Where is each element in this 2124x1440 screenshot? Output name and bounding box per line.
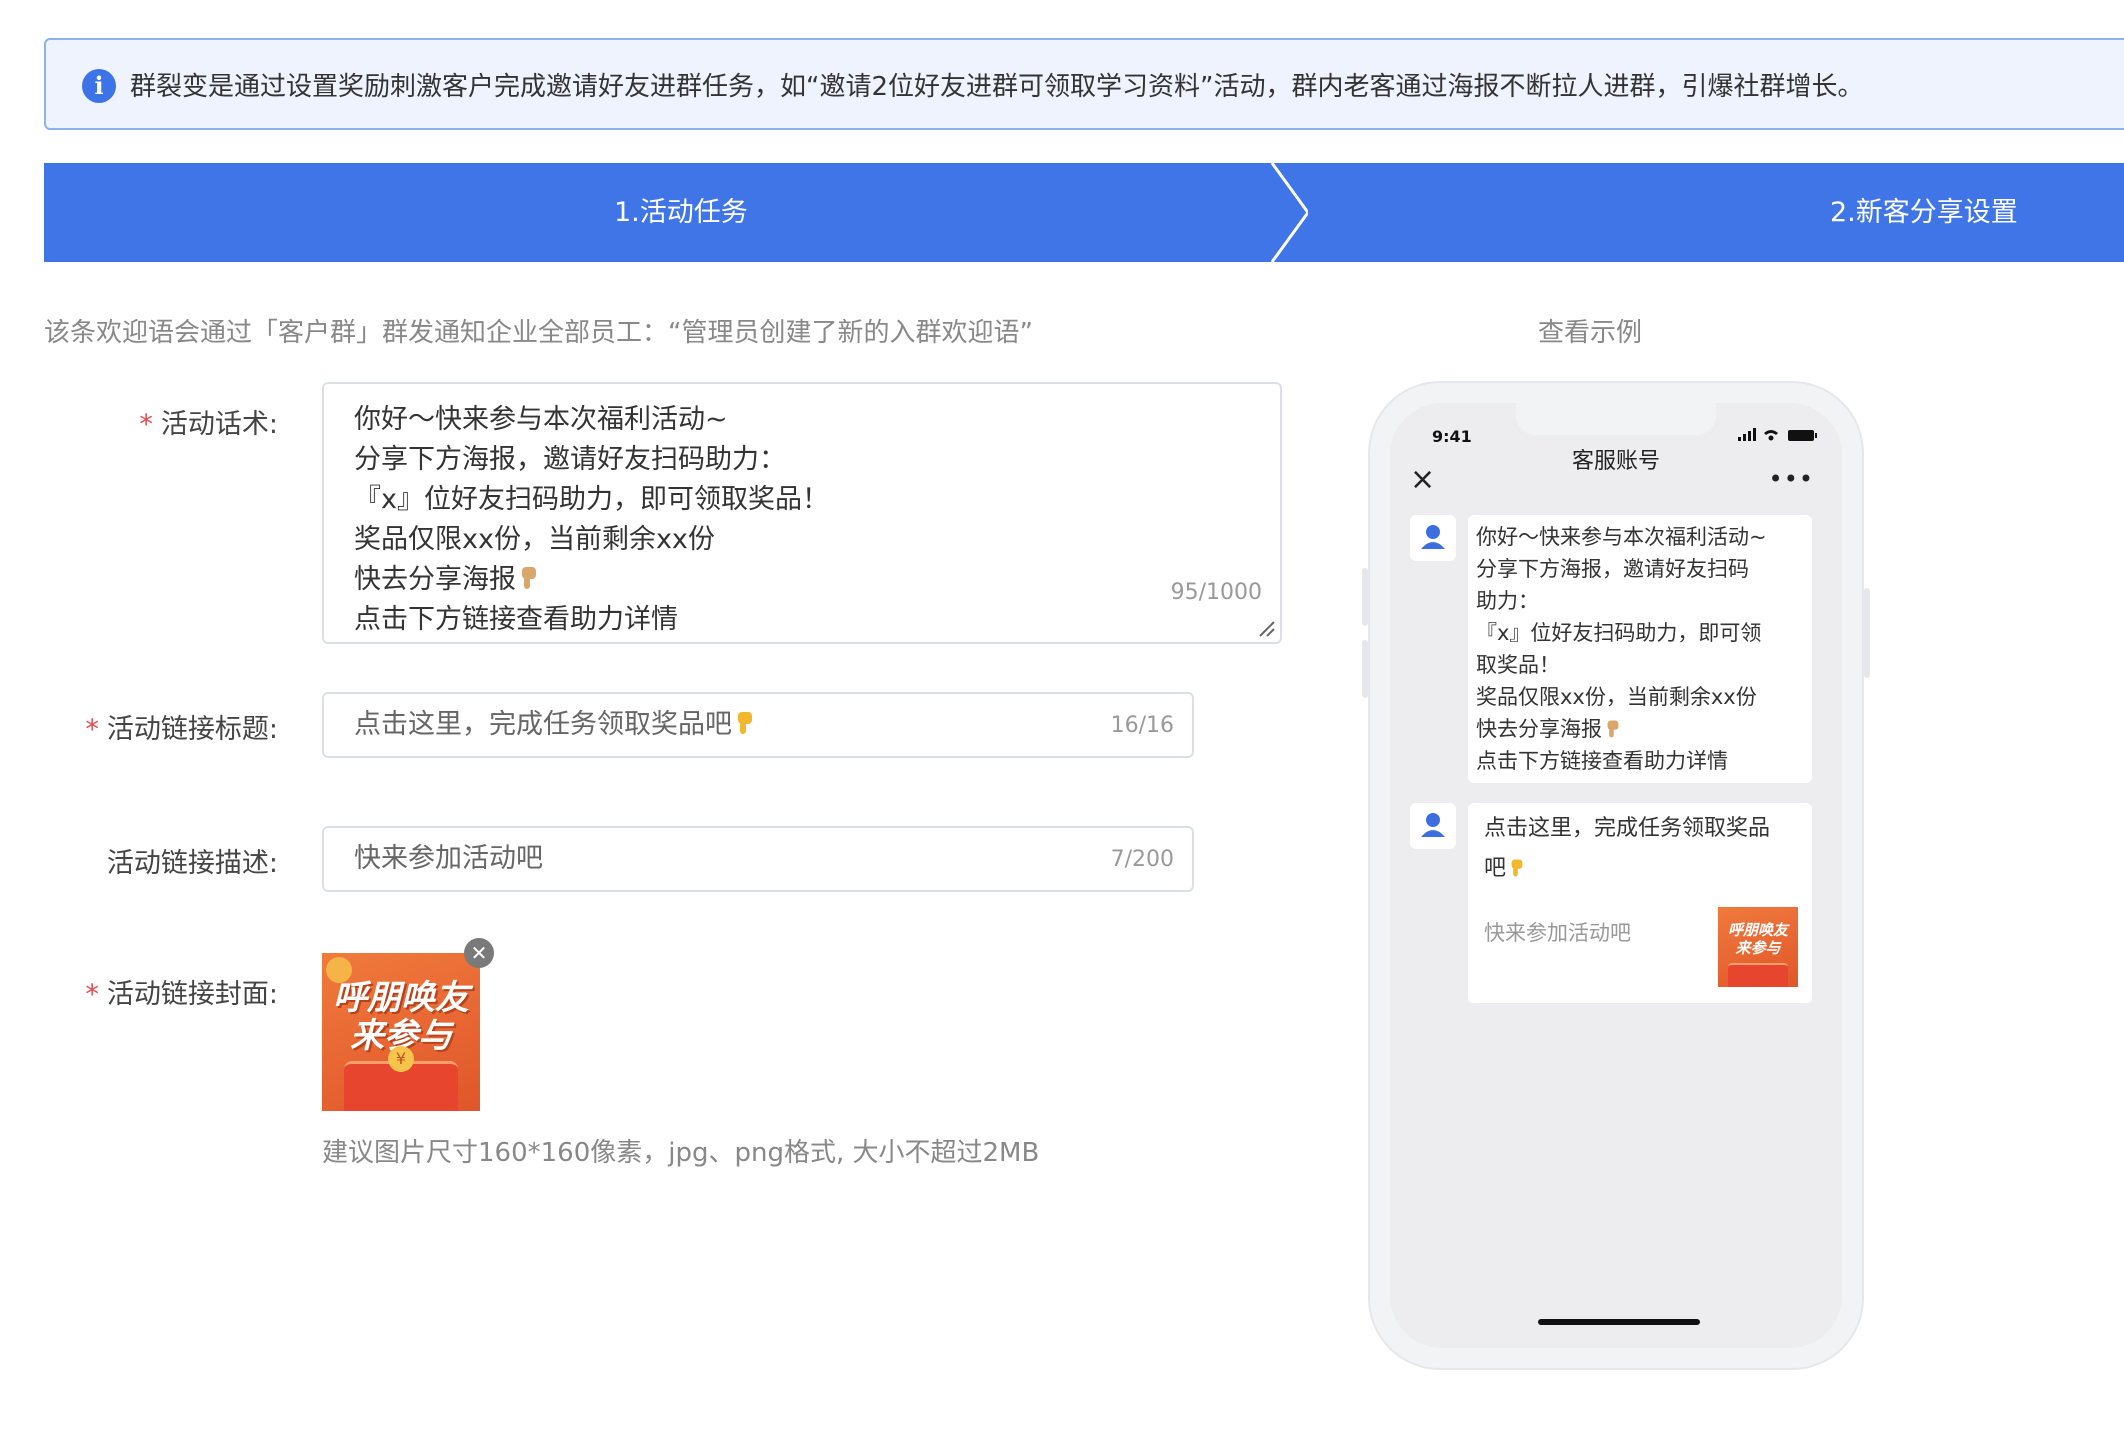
required-mark: * [85, 714, 99, 745]
cover-title-line: 呼朋唤友 [333, 978, 469, 1018]
step-activity-task[interactable]: 1.活动任务 [614, 163, 748, 262]
script-line: 分享下方海报，邀请好友扫码助力： [354, 444, 786, 475]
script-line: 快去分享海报 [354, 560, 1250, 600]
link-title-value: 点击这里，完成任务领取奖品吧 [354, 709, 732, 740]
welcome-tip: 该条欢迎语会通过「客户群」群发通知企业全部员工：“管理员创建了新的入群欢迎语” [44, 318, 1033, 348]
link-card[interactable]: 点击这里，完成任务领取奖品 吧 快来参加活动吧 呼朋唤友 来参与 [1468, 803, 1812, 1003]
coin-icon: ¥ [388, 1046, 414, 1072]
link-desc-counter: 7/200 [1110, 847, 1174, 872]
avatar [1410, 515, 1456, 561]
message-line: 『x』位好友扫码助力，即可领 [1476, 621, 1762, 645]
message-line: 助力： [1476, 589, 1539, 613]
pointing-down-hand-icon [1607, 720, 1619, 738]
step-separator-icon [1270, 163, 1308, 262]
status-icons [1738, 428, 1817, 441]
home-indicator [1538, 1319, 1700, 1325]
close-icon[interactable]: × [1410, 465, 1435, 495]
thumb-title-line: 来参与 [1735, 939, 1781, 957]
link-desc-value: 快来参加活动吧 [354, 843, 543, 874]
more-icon[interactable]: ••• [1769, 465, 1814, 493]
notice-text: 群裂变是通过设置奖励刺激客户完成邀请好友进群任务，如“邀请2位好友进群可领取学习… [130, 72, 1864, 102]
phone-screen: 9:41 客服账号 × ••• 你好～快来参与本次福利活动~ 分享下方海报，邀请… [1390, 403, 1842, 1348]
resize-handle-icon[interactable] [1258, 620, 1276, 638]
message-line: 分享下方海报，邀请好友扫码 [1476, 557, 1749, 581]
steps-bar: 1.活动任务 2.新客分享设置 [44, 163, 2124, 262]
script-line: 点击下方链接查看助力详情 [354, 604, 678, 635]
phone-preview: 9:41 客服账号 × ••• 你好～快来参与本次福利活动~ 分享下方海报，邀请… [1370, 383, 1862, 1368]
script-label: * 活动话术: [139, 409, 278, 440]
link-title-label: * 活动链接标题: [85, 714, 278, 745]
link-title-counter: 16/16 [1110, 713, 1174, 738]
phone-side-button [1362, 640, 1368, 698]
pointing-down-hand-icon [738, 712, 752, 734]
message-line: 点击下方链接查看助力详情 [1476, 749, 1728, 773]
user-icon [1421, 525, 1445, 549]
thumb-title-line: 呼朋唤友 [1727, 921, 1788, 939]
info-icon: i [82, 69, 116, 103]
card-title-line: 点击这里，完成任务领取奖品 [1484, 816, 1771, 841]
user-icon [1421, 813, 1445, 837]
link-title-input[interactable]: 点击这里，完成任务领取奖品吧 16/16 [322, 692, 1194, 758]
script-line: 奖品仅限xx份，当前剩余xx份 [354, 524, 715, 555]
script-line: 你好～快来参与本次福利活动~ [354, 404, 728, 435]
message-line: 奖品仅限xx份，当前剩余xx份 [1476, 685, 1757, 709]
script-counter: 95/1000 [1170, 580, 1262, 605]
view-example-link[interactable]: 查看示例 [1538, 312, 1642, 349]
card-desc: 快来参加活动吧 [1484, 921, 1631, 945]
info-notice: i 群裂变是通过设置奖励刺激客户完成邀请好友进群任务，如“邀请2位好友进群可领取… [44, 38, 2124, 130]
required-mark: * [139, 409, 153, 440]
link-desc-input[interactable]: 快来参加活动吧 7/200 [322, 826, 1194, 892]
message-line: 快去分享海报 [1476, 713, 1804, 745]
link-cover-label: * 活动链接封面: [85, 979, 278, 1010]
phone-side-button [1864, 588, 1870, 678]
cover-image[interactable]: 呼朋唤友 来参与 ¥ [322, 953, 480, 1111]
cover-hint: 建议图片尺寸160*160像素，jpg、png格式, 大小不超过2MB [322, 1138, 1040, 1168]
required-mark: * [85, 979, 99, 1010]
pointing-down-hand-icon [1511, 859, 1523, 877]
phone-notch [1516, 403, 1716, 435]
red-envelope-graphic [1728, 963, 1788, 987]
message-line: 你好～快来参与本次福利活动~ [1476, 525, 1767, 549]
script-textarea[interactable]: 你好～快来参与本次福利活动~ 分享下方海报，邀请好友扫码助力： 『x』位好友扫码… [322, 382, 1282, 644]
remove-cover-button[interactable]: ✕ [464, 938, 494, 968]
card-thumbnail: 呼朋唤友 来参与 [1718, 907, 1798, 987]
link-desc-label: 活动链接描述: [106, 848, 278, 879]
avatar [1410, 803, 1456, 849]
message-line: 取奖品！ [1476, 653, 1560, 677]
card-title-line: 吧 [1484, 849, 1796, 889]
script-line: 『x』位好友扫码助力，即可领取奖品！ [354, 484, 829, 515]
pointing-down-hand-icon [522, 567, 536, 589]
phone-side-button [1362, 568, 1368, 626]
step-share-settings[interactable]: 2.新客分享设置 [1830, 163, 2018, 262]
message-bubble: 你好～快来参与本次福利活动~ 分享下方海报，邀请好友扫码 助力： 『x』位好友扫… [1468, 515, 1812, 783]
